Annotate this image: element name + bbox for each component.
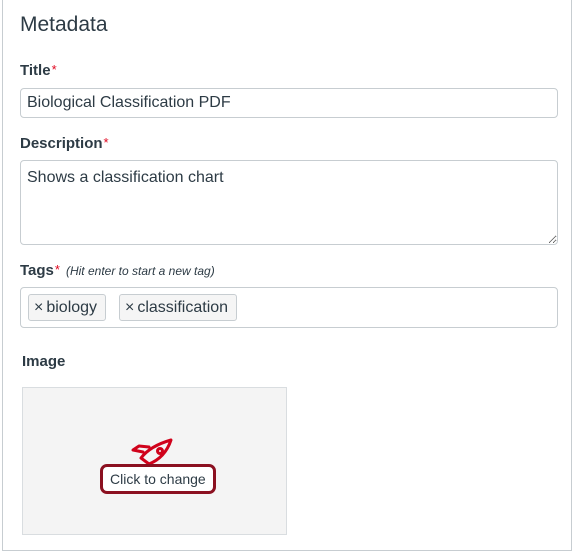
description-required-mark: * — [103, 135, 109, 150]
title-label-text: Title — [20, 62, 51, 79]
panel-heading: Metadata — [20, 13, 108, 36]
tags-label: Tags* (Hit enter to start a new tag) — [20, 262, 215, 279]
title-label: Title* — [20, 62, 57, 79]
click-to-change-button[interactable]: Click to change — [100, 464, 216, 494]
remove-tag-icon[interactable]: × — [125, 295, 134, 320]
tag-classification[interactable]: × classification — [119, 294, 238, 321]
tags-hint: (Hit enter to start a new tag) — [65, 264, 215, 278]
tags-required-mark: * — [54, 262, 60, 277]
image-picker[interactable]: Click to change — [22, 387, 287, 535]
tag-label: classification — [137, 299, 229, 316]
description-label: Description* — [20, 135, 109, 152]
tag-label: biology — [46, 299, 98, 316]
tag-biology[interactable]: × biology — [28, 294, 107, 321]
image-label: Image — [22, 353, 66, 370]
description-label-text: Description — [20, 135, 103, 152]
tags-input[interactable]: × biology × classification — [20, 287, 558, 328]
tags-label-text: Tags — [20, 262, 54, 279]
title-input[interactable] — [20, 88, 558, 118]
title-required-mark: * — [51, 62, 57, 77]
rocket-icon — [131, 438, 173, 466]
metadata-panel: Metadata Title* Description* Shows a cla… — [2, 0, 572, 551]
remove-tag-icon[interactable]: × — [34, 295, 43, 320]
description-textarea[interactable]: Shows a classification chart — [20, 160, 558, 245]
